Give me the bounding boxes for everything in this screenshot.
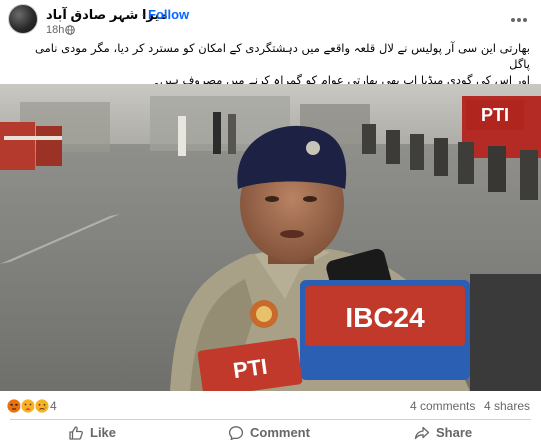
thumbs-up-icon — [69, 425, 83, 440]
mic-brand-right: IBC24 — [345, 302, 425, 333]
post-text: بھارتی این سی آر پولیس نے لال قلعہ واقعے… — [12, 40, 530, 88]
post-card: میرا شہر صادق آباد · Follow 18h بھارتی ا… — [0, 0, 541, 445]
post-timestamp[interactable]: 18h — [46, 24, 64, 36]
like-label: Like — [90, 425, 117, 440]
sad-icon — [34, 398, 50, 414]
reactions-count[interactable]: 4 — [50, 399, 57, 413]
video-frame: PTI IBC24 PTI — [0, 84, 541, 391]
post-header: میرا شہر صادق آباد · Follow 18h — [0, 0, 541, 40]
page-avatar[interactable] — [8, 4, 38, 34]
separator-dot: · — [141, 7, 146, 22]
comment-button[interactable]: Comment — [228, 420, 310, 445]
globe-icon — [65, 25, 75, 35]
care-icon — [20, 398, 36, 414]
share-button[interactable]: Share — [414, 420, 472, 445]
video-player[interactable]: PTI IBC24 PTI — [0, 84, 541, 391]
follow-button[interactable]: Follow — [148, 7, 189, 22]
post-actions: Like Comment Share — [0, 420, 541, 445]
angry-icon — [6, 398, 22, 414]
share-icon — [414, 426, 430, 439]
post-text-line: بھارتی این سی آر پولیس نے لال قلعہ واقعے… — [35, 41, 530, 71]
comment-label: Comment — [250, 425, 310, 440]
reaction-icons[interactable] — [6, 398, 50, 414]
mic-brand-left: PTI — [232, 354, 269, 384]
comments-count[interactable]: 4 comments — [410, 399, 475, 413]
pti-watermark: PTI — [481, 105, 509, 125]
reactions-bar: 4 4 comments 4 shares — [0, 394, 541, 418]
share-label: Share — [436, 425, 473, 440]
like-button[interactable]: Like — [68, 420, 116, 445]
comment-icon — [228, 425, 244, 440]
shares-count[interactable]: 4 shares — [484, 399, 530, 413]
more-options-icon[interactable] — [509, 10, 529, 30]
